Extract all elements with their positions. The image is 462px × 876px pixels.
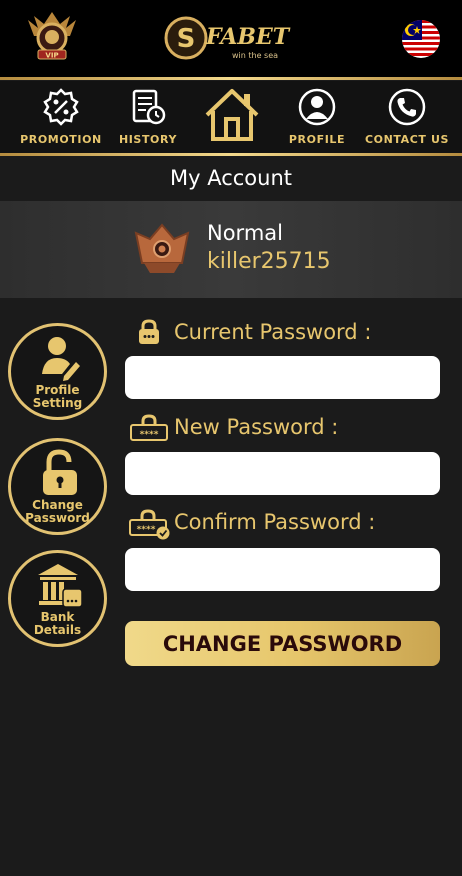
- current-password-field[interactable]: [125, 356, 440, 399]
- nav-label-contact-us: CONTACT US: [364, 133, 450, 146]
- username: killer25715: [207, 249, 331, 274]
- bank-icon: [38, 564, 82, 608]
- nav-item-contact-us[interactable]: CONTACT US: [364, 81, 450, 153]
- new-password-field[interactable]: [125, 452, 440, 495]
- user-circle-icon: [298, 88, 336, 126]
- svg-text:****: ****: [140, 430, 159, 440]
- nav-label-profile: PROFILE: [288, 133, 346, 146]
- percent-badge-icon: [43, 88, 79, 126]
- home-icon: [205, 89, 259, 141]
- main-nav: PROMOTION HISTORY PROFILE CONTACT US: [0, 81, 462, 153]
- logo-text: FABET: [205, 24, 291, 50]
- confirm-password-label: Confirm Password :: [174, 510, 376, 534]
- sidebar-label-change-line2: Password: [25, 511, 90, 525]
- malaysia-flag-icon[interactable]: [402, 20, 440, 58]
- nav-label-history: HISTORY: [118, 133, 178, 146]
- nav-item-home[interactable]: [198, 81, 266, 153]
- unlock-icon: [43, 449, 77, 495]
- site-logo[interactable]: S FABET win the sea: [160, 12, 306, 64]
- new-password-label: New Password :: [174, 415, 339, 439]
- current-password-label: Current Password :: [174, 320, 372, 344]
- sidebar-label-bank-line2: Details: [33, 623, 82, 637]
- password-lock-icon: ****: [130, 414, 168, 441]
- svg-text:S: S: [177, 24, 196, 54]
- change-password-button[interactable]: CHANGE PASSWORD: [125, 621, 440, 666]
- sidebar-item-bank-details[interactable]: Bank Details: [8, 550, 107, 647]
- sidebar-item-change-password[interactable]: Change Password: [8, 438, 107, 535]
- user-edit-icon: [42, 337, 80, 381]
- phone-icon: [388, 88, 426, 126]
- vip-text: VIP: [45, 52, 58, 60]
- password-confirm-icon: ****: [129, 509, 170, 540]
- history-document-icon: [132, 89, 166, 125]
- top-bar: VIP S FABET win the sea: [0, 0, 462, 78]
- sidebar-label-profile-line2: Setting: [32, 396, 83, 410]
- nav-item-history[interactable]: HISTORY: [112, 81, 184, 153]
- page-title: My Account: [169, 166, 292, 190]
- nav-item-promotion[interactable]: PROMOTION: [16, 81, 106, 153]
- nav-label-promotion: PROMOTION: [20, 133, 102, 146]
- lock-icon: [139, 319, 159, 344]
- nav-divider: [0, 153, 462, 156]
- svg-text:****: ****: [137, 525, 156, 535]
- rank-crown-icon: [134, 223, 190, 273]
- nav-item-profile[interactable]: PROFILE: [282, 81, 352, 153]
- header-divider: [0, 77, 462, 80]
- logo-tagline: win the sea: [232, 51, 278, 60]
- user-rank: Normal: [207, 221, 283, 245]
- sidebar-item-profile-setting[interactable]: Profile Setting: [8, 323, 107, 420]
- vip-badge-icon[interactable]: VIP: [24, 10, 80, 62]
- confirm-password-field[interactable]: [125, 548, 440, 591]
- user-info-panel: Normal killer25715: [0, 201, 462, 298]
